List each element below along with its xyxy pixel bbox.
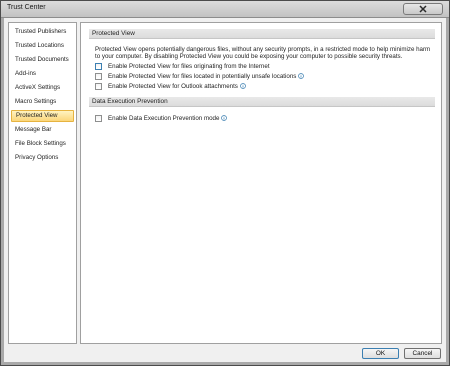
checkbox[interactable] — [95, 114, 102, 122]
trust-center-dialog: Trust Center Trusted Publishers Trusted … — [0, 0, 450, 366]
option-dep-mode[interactable]: Enable Data Execution Prevention mode — [95, 113, 228, 123]
dialog-body: Trusted Publishers Trusted Locations Tru… — [4, 18, 446, 362]
sidebar-item-privacy-options[interactable]: Privacy Options — [11, 152, 74, 164]
close-button[interactable] — [403, 3, 443, 15]
category-sidebar: Trusted Publishers Trusted Locations Tru… — [8, 22, 77, 344]
info-icon[interactable] — [221, 115, 228, 121]
sidebar-item-activex-settings[interactable]: ActiveX Settings — [11, 82, 74, 94]
option-label: Enable Protected View for files originat… — [108, 62, 270, 70]
title-bar: Trust Center — [1, 1, 449, 18]
info-icon[interactable] — [298, 73, 305, 79]
info-icon[interactable] — [240, 83, 246, 89]
protected-view-header: Protected View — [89, 29, 435, 39]
dep-header: Data Execution Prevention — [89, 97, 435, 107]
sidebar-item-file-block-settings[interactable]: File Block Settings — [11, 138, 74, 150]
cancel-button[interactable]: Cancel — [404, 348, 441, 359]
settings-panel: Protected View Protected View opens pote… — [80, 22, 442, 344]
option-label: Enable Protected View for files located … — [108, 72, 297, 80]
sidebar-item-message-bar[interactable]: Message Bar — [11, 124, 74, 136]
checkbox[interactable] — [95, 82, 102, 90]
checkbox[interactable] — [95, 62, 102, 70]
option-outlook-attachments[interactable]: Enable Protected View for Outlook attach… — [95, 81, 246, 91]
option-internet-files[interactable]: Enable Protected View for files originat… — [95, 61, 270, 71]
sidebar-item-trusted-documents[interactable]: Trusted Documents — [11, 54, 74, 66]
sidebar-item-macro-settings[interactable]: Macro Settings — [11, 96, 74, 108]
sidebar-item-add-ins[interactable]: Add-ins — [11, 68, 74, 80]
option-label: Enable Data Execution Prevention mode — [108, 114, 220, 122]
protected-view-description: Protected View opens potentially dangero… — [95, 46, 431, 60]
sidebar-item-trusted-publishers[interactable]: Trusted Publishers — [11, 26, 74, 38]
option-label: Enable Protected View for Outlook attach… — [108, 82, 238, 90]
close-icon — [419, 5, 427, 13]
checkbox[interactable] — [95, 72, 102, 80]
dialog-title: Trust Center — [7, 4, 46, 11]
option-unsafe-locations[interactable]: Enable Protected View for files located … — [95, 71, 305, 81]
sidebar-item-trusted-locations[interactable]: Trusted Locations — [11, 40, 74, 52]
sidebar-item-protected-view[interactable]: Protected View — [11, 110, 74, 122]
ok-button[interactable]: OK — [362, 348, 399, 359]
